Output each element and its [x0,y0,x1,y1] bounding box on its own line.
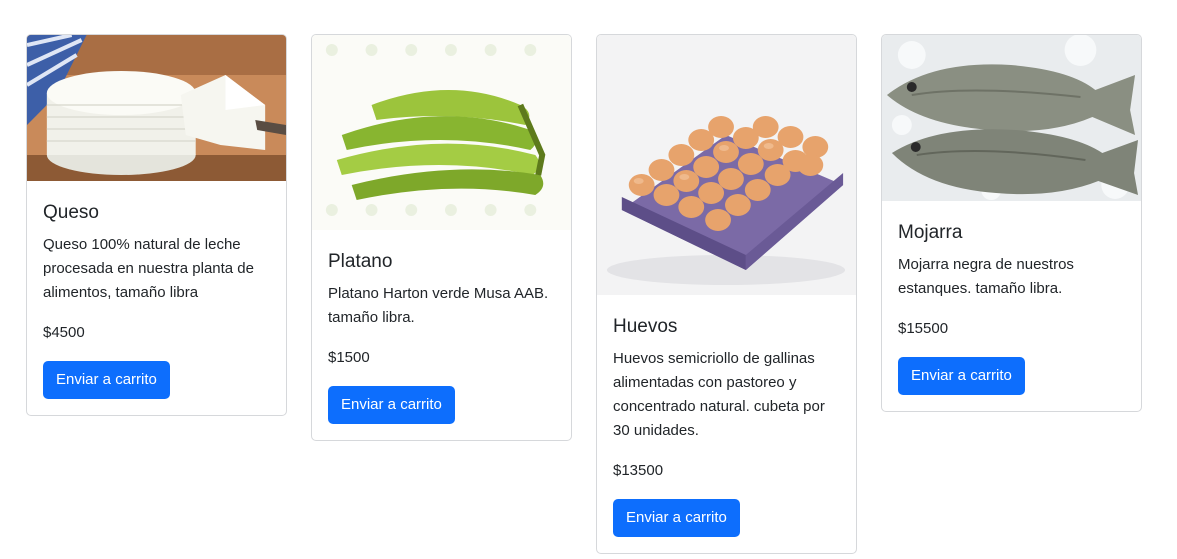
product-card-mojarra: Mojarra Mojarra negra de nuestros estanq… [881,34,1142,412]
card-body: Platano Platano Harton verde Musa AAB. t… [312,230,571,440]
add-to-cart-button[interactable]: Enviar a carrito [328,386,455,424]
product-card-huevos: Huevos Huevos semicriollo de gallinas al… [596,34,857,554]
cheese-image [27,35,286,181]
product-price: $13500 [613,462,664,479]
product-description: Huevos semicriollo de gallinas alimentad… [613,350,825,439]
fish-image [882,35,1141,201]
product-title: Queso [43,202,99,223]
product-card-platano: Platano Platano Harton verde Musa AAB. t… [311,34,572,441]
product-description: Mojarra negra de nuestros estanques. tam… [898,256,1074,297]
product-price: $15500 [898,320,949,337]
card-body: Mojarra Mojarra negra de nuestros estanq… [882,201,1141,411]
product-description: Queso 100% natural de leche procesada en… [43,236,254,301]
product-card-queso: Queso Queso 100% natural de leche proces… [26,34,287,416]
add-to-cart-button[interactable]: Enviar a carrito [43,361,170,399]
product-description: Platano Harton verde Musa AAB. tamaño li… [328,285,549,326]
plantain-image [312,35,571,230]
product-title: Mojarra [898,222,963,243]
eggs-image [597,35,856,295]
product-grid: Queso Queso 100% natural de leche proces… [0,0,1177,559]
card-body: Huevos Huevos semicriollo de gallinas al… [597,295,856,553]
add-to-cart-button[interactable]: Enviar a carrito [898,357,1025,395]
product-title: Platano [328,251,393,272]
product-title: Huevos [613,316,678,337]
add-to-cart-button[interactable]: Enviar a carrito [613,499,740,537]
product-price: $1500 [328,349,370,366]
card-body: Queso Queso 100% natural de leche proces… [27,181,286,415]
product-price: $4500 [43,324,85,341]
